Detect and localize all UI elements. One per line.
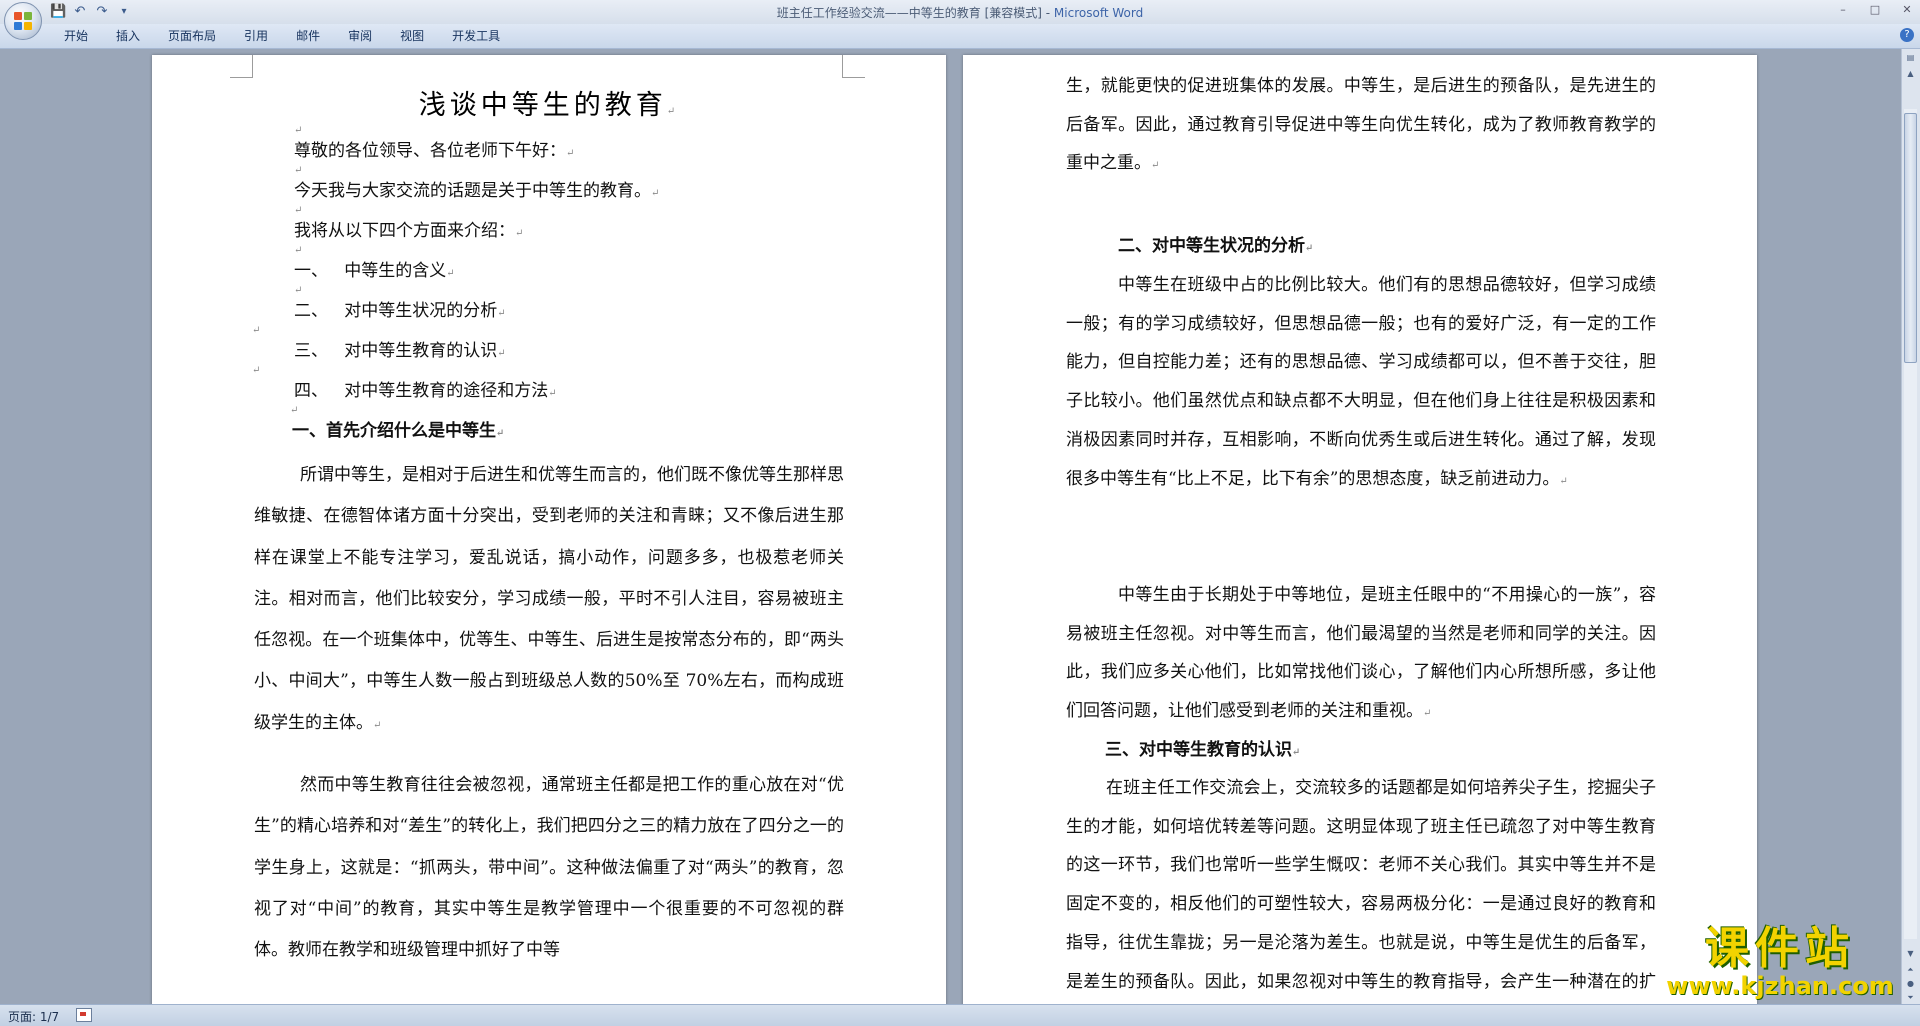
office-logo-icon [14,12,32,30]
next-page-icon[interactable]: ⏷ [1904,991,1917,1004]
intro-text: 我将从以下四个方面来介绍： [294,221,515,241]
body-paragraph-text: 生，就能更快的促进班集体的发展。中等生，是后进生的预备队，是先进生的后备军。因此… [1066,76,1656,174]
tab-developer[interactable]: 开发工具 [438,28,514,44]
ribbon-tab-bar: 开始 插入 页面布局 引用 邮件 审阅 视图 开发工具 ? [0,24,1920,49]
paragraph-mark: ↵ [1423,708,1432,720]
paragraph-mark: ↵ [497,308,506,319]
paragraph-mark: ↵ [294,125,303,136]
watermark-text: 课件站 [1705,923,1855,974]
minimize-button[interactable]: – [1834,2,1852,18]
outline-number: 四、 [294,381,328,401]
outline-text: 中等生的含义 [344,261,447,281]
outline-item: 三、 对中等生教育的认识↵ [294,336,506,361]
paragraph-mark: ↵ [1292,747,1301,758]
greeting-text: 尊敬的各位领导、各位老师下午好： [294,141,566,161]
page-count[interactable]: 页面: 1/7 [8,1008,59,1025]
status-bar: 页面: 1/7 [0,1004,1920,1026]
topic-text: 今天我与大家交流的话题是关于中等生的教育。 [294,181,651,201]
scroll-up-icon[interactable]: ▲ [1904,67,1917,80]
paragraph-mark: ↵ [1559,475,1568,487]
tab-review[interactable]: 审阅 [334,28,386,44]
paragraph-mark: ↵ [1305,243,1314,254]
section-heading: 三、对中等生教育的认识↵ [1105,731,1695,773]
outline-item: 一、 中等生的含义↵ [294,256,455,281]
window-title: 班主任工作经验交流——中等生的教育 [兼容模式] - Microsoft Wor… [0,4,1920,21]
body-paragraph-text: 然而中等生教育往往会被忽视，通常班主任都是把工作的重心放在对“优生”的精心培养和… [254,775,844,961]
paragraph-mark: ↵ [496,428,505,439]
paragraph-mark: ↵ [515,228,524,239]
outline-number: 三、 [294,341,328,361]
outline-text: 对中等生教育的认识 [344,341,498,361]
body-paragraph: 在班主任工作交流会上，交流较多的话题都是如何培养尖子生，挖掘尖子生的才能，如何培… [1066,769,1656,1004]
section-heading-text: 二、对中等生状况的分析 [1118,236,1305,256]
body-paragraph-text: 中等生由于长期处于中等地位，是班主任眼中的“不用操心的一族”，容易被班主任忽视。… [1066,585,1656,722]
proofing-status-icon[interactable] [76,1008,92,1022]
ribbon-tabs: 开始 插入 页面布局 引用 邮件 审阅 视图 开发工具 [50,28,514,44]
window-controls: – □ ✕ [1834,2,1916,18]
vertical-scrollbar[interactable]: ▤ ▲ ▼ ⏶ ● ⏷ [1901,49,1920,1004]
tab-mailings[interactable]: 邮件 [282,28,334,44]
paragraph-mark: ↵ [446,268,455,279]
watermark-url: www.kjzhan.com [1666,972,1894,1000]
tab-home[interactable]: 开始 [50,28,102,44]
window-title-app: Microsoft Word [1053,6,1144,20]
paragraph-mark: ↵ [548,388,557,399]
outline-item: 四、 对中等生教育的途径和方法↵ [294,376,557,401]
body-paragraph: 生，就能更快的促进班集体的发展。中等生，是后进生的预备队，是先进生的后备军。因此… [1066,67,1656,186]
section-heading-text: 三、对中等生教育的认识 [1105,740,1292,760]
paragraph-mark: ↵ [1151,160,1160,172]
paragraph-mark: ↵ [566,148,575,159]
page-2[interactable]: 生，就能更快的促进班集体的发展。中等生，是后进生的预备队，是先进生的后备军。因此… [963,55,1757,1004]
paragraph-mark: ↵ [252,325,261,336]
scroll-down-icon[interactable]: ▼ [1904,947,1917,960]
document-title-text: 浅谈中等生的教育 [418,90,667,121]
scrollbar-thumb[interactable] [1904,113,1917,363]
tab-page-layout[interactable]: 页面布局 [154,28,230,44]
section-heading: 二、对中等生状况的分析↵ [1118,227,1708,269]
tab-insert[interactable]: 插入 [102,28,154,44]
paragraph-mark: ↵ [294,165,303,176]
title-bar: 💾 ↶ ↷ ▾ 班主任工作经验交流——中等生的教育 [兼容模式] - Micro… [0,0,1920,40]
office-button[interactable] [4,2,42,40]
greeting-line: 尊敬的各位领导、各位老师下午好：↵ [294,136,574,161]
page-1[interactable]: 浅谈中等生的教育↵ ↵ 尊敬的各位领导、各位老师下午好：↵ ↵ 今天我与大家交流… [152,55,946,1004]
outline-text: 对中等生教育的途径和方法 [344,381,549,401]
paragraph-mark: ↵ [666,106,680,117]
body-paragraph: 中等生由于长期处于中等地位，是班主任眼中的“不用操心的一族”，容易被班主任忽视。… [1066,576,1656,734]
paragraph-mark: ↵ [651,188,660,199]
body-paragraph-text: 所谓中等生，是相对于后进生和优等生而言的，他们既不像优等生那样思维敏捷、在德智体… [254,465,844,733]
document-title: 浅谈中等生的教育↵ [152,83,946,122]
help-icon[interactable]: ? [1900,28,1914,42]
body-paragraph-text: 在班主任工作交流会上，交流较多的话题都是如何培养尖子生，挖掘尖子生的才能，如何培… [1066,778,1656,992]
topic-line: 今天我与大家交流的话题是关于中等生的教育。↵ [294,176,659,201]
maximize-button[interactable]: □ [1866,2,1884,18]
paragraph-mark: ↵ [294,245,303,256]
body-paragraph-text: 中等生在班级中占的比例比较大。他们有的思想品德较好，但学习成绩一般；有的学习成绩… [1066,275,1656,489]
paragraph-mark: ↵ [290,405,299,416]
window-title-document: 班主任工作经验交流——中等生的教育 [兼容模式] - [776,6,1054,20]
paragraph-mark: ↵ [294,285,303,296]
browse-object-icon[interactable]: ● [1904,977,1917,990]
tab-references[interactable]: 引用 [230,28,282,44]
body-paragraph: 中等生在班级中占的比例比较大。他们有的思想品德较好，但学习成绩一般；有的学习成绩… [1066,266,1656,501]
outline-item: 二、 对中等生状况的分析↵ [294,296,506,321]
close-button[interactable]: ✕ [1898,2,1916,18]
watermark-logo: 课件站 www.kjzhan.com [1665,925,1895,1005]
paragraph-mark: ↵ [252,365,261,376]
document-area[interactable]: 浅谈中等生的教育↵ ↵ 尊敬的各位领导、各位老师下午好：↵ ↵ 今天我与大家交流… [0,49,1902,1004]
section-heading: 一、首先介绍什么是中等生↵ [292,416,504,441]
paragraph-mark: ↵ [294,205,303,216]
tab-view[interactable]: 视图 [386,28,438,44]
body-paragraph: 所谓中等生，是相对于后进生和优等生而言的，他们既不像优等生那样思维敏捷、在德智体… [254,455,844,746]
outline-number: 二、 [294,301,328,321]
body-paragraph: 然而中等生教育往往会被忽视，通常班主任都是把工作的重心放在对“优生”的精心培养和… [254,765,844,971]
ruler-toggle-icon[interactable]: ▤ [1904,51,1917,64]
paragraph-mark: ↵ [497,348,506,359]
section-heading-text: 一、首先介绍什么是中等生 [292,421,496,441]
outline-number: 一、 [294,261,328,281]
intro-line: 我将从以下四个方面来介绍：↵ [294,216,523,241]
paragraph-mark: ↵ [373,719,382,731]
previous-page-icon[interactable]: ⏶ [1904,963,1917,976]
outline-text: 对中等生状况的分析 [344,301,498,321]
